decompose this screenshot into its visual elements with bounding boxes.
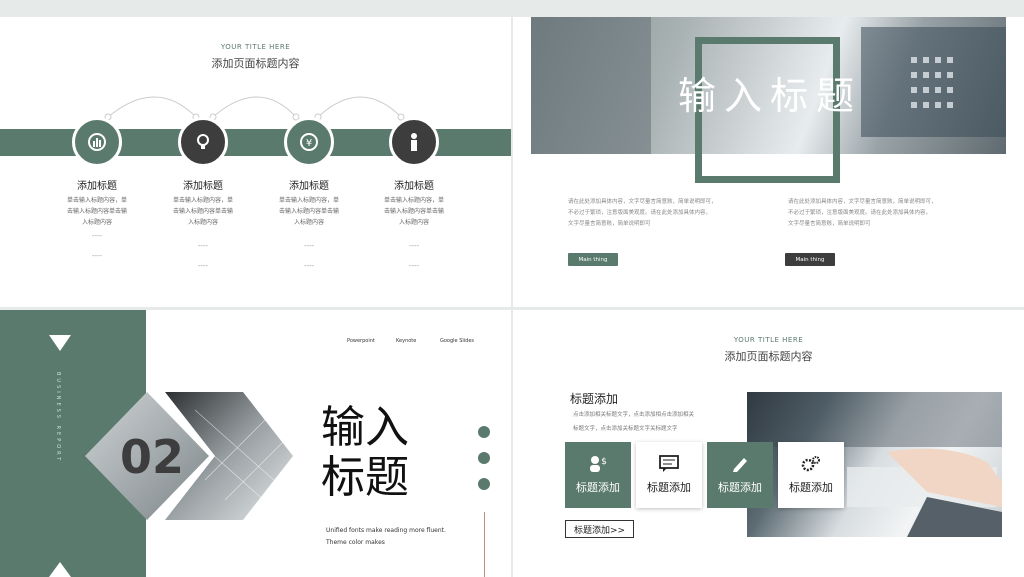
feature-dots-4a: ---- [408, 242, 420, 250]
dot-indicator-3[interactable] [478, 478, 490, 490]
slide2-paragraph-2: 请在此处添加具体内容，文字尽量言简意赅，简单说明即可， 不必过于繁琐，注意版面美观… [788, 199, 937, 227]
card-pen[interactable]: 标题添加 [707, 442, 773, 508]
main-thing-button-1[interactable]: Main thing [568, 253, 618, 266]
link-powerpoint[interactable]: Powerpoint [347, 335, 375, 347]
dot-indicator-1[interactable] [478, 426, 490, 438]
link-google-slides[interactable]: Google Slides [440, 335, 474, 347]
main-thing-button-2[interactable]: Main thing [785, 253, 835, 266]
yen-icon: ¥ [284, 117, 334, 167]
svg-text:$: $ [601, 457, 607, 467]
more-button[interactable]: 标题添加>> [565, 520, 635, 538]
slide4-subtitle: YOUR TITLE HERE [733, 336, 804, 344]
slide-section-02[interactable]: BUSINESS REPORT 02 Powerpoint Keynote Go… [0, 310, 511, 577]
slide-cards[interactable]: YOUR TITLE HERE 添加页面标题内容 标题添加 点击添加相关标题文字… [513, 310, 1024, 577]
card-money-user[interactable]: $ 标题添加 [565, 442, 631, 508]
slide4-desc-2: 标题文字，点击添加关标题文字关标题文字 [573, 426, 678, 432]
message-icon [659, 455, 679, 472]
feature-dots-2a: ---- [197, 242, 209, 250]
link-keynote[interactable]: Keynote [396, 335, 416, 347]
bulb-icon [178, 117, 228, 167]
pen-icon [733, 458, 747, 472]
card-label-4: 标题添加 [789, 481, 833, 494]
feature-title-3: 添加标题 [289, 181, 329, 192]
dot-indicator-2[interactable] [478, 452, 490, 464]
vertical-report-text: BUSINESS REPORT [55, 372, 61, 464]
feature-dots-1b: ---- [91, 252, 103, 260]
feature-dots-1a: ---- [91, 232, 103, 240]
feature-desc-4: 单击输入标题内容，单 击输入标题内容单击输 入标题内容 [383, 197, 444, 226]
feature-desc-2: 单击输入标题内容，单 击输入标题内容单击输 入标题内容 [172, 197, 233, 226]
building-photo-shapes [85, 392, 293, 520]
feature-title-1: 添加标题 [77, 181, 117, 192]
feature-desc-1: 单击输入标题内容，单 击输入标题内容单击输 入标题内容 [66, 197, 127, 226]
card-label-3: 标题添加 [718, 481, 762, 494]
section-title-line2: 标题 [321, 452, 409, 503]
money-user-icon: $ [590, 456, 607, 472]
svg-text:¥: ¥ [306, 138, 312, 149]
chart-icon [72, 117, 122, 167]
feature-title-4: 添加标题 [394, 181, 434, 192]
connector-arcs [104, 96, 405, 121]
feature-dots-4b: ---- [408, 262, 420, 270]
section-title-line1: 输入 [321, 402, 409, 453]
card-message[interactable]: 标题添加 [636, 442, 702, 508]
triangle-down-icon [49, 335, 71, 351]
triangle-up-icon [49, 562, 71, 577]
person-icon [389, 117, 439, 167]
slide2-title: 输入标题 [677, 74, 862, 118]
feature-dots-3b: ---- [303, 262, 315, 270]
slide2-paragraph-1: 请在此处添加具体内容，文字尽量言简意赅，简单说明即可， 不必过于繁琐，注意版面美观… [568, 199, 717, 227]
note-line-2: Theme color makes [326, 539, 385, 546]
note-line-1: Unified fonts make reading more fluent. [326, 527, 446, 534]
slide4-heading: 标题添加 [570, 392, 619, 406]
section-number: 02 [120, 430, 185, 484]
feature-desc-3: 单击输入标题内容，单 击输入标题内容单击输 入标题内容 [278, 197, 339, 226]
feature-dots-2b: ---- [197, 262, 209, 270]
slide-title-photo[interactable]: 输入标题 请在此处添加具体内容，文字尽量言简意赅，简单说明即可， 不必过于繁琐，注… [513, 17, 1024, 307]
slide4-desc-1: 点击添加相关标题文字，点击添加相点击添加相关 [573, 412, 695, 418]
slide-features[interactable]: YOUR TITLE HERE 添加页面标题内容 ¥ 添加标题 添加标题 添加标… [0, 17, 511, 307]
gears-icon [801, 456, 820, 472]
card-label-2: 标题添加 [647, 481, 691, 494]
slide4-title: 添加页面标题内容 [724, 350, 813, 363]
feature-dots-3a: ---- [303, 242, 315, 250]
card-label-1: 标题添加 [576, 481, 620, 494]
vertical-rule [484, 512, 485, 577]
card-gears[interactable]: 标题添加 [778, 442, 844, 508]
feature-title-2: 添加标题 [183, 181, 223, 192]
